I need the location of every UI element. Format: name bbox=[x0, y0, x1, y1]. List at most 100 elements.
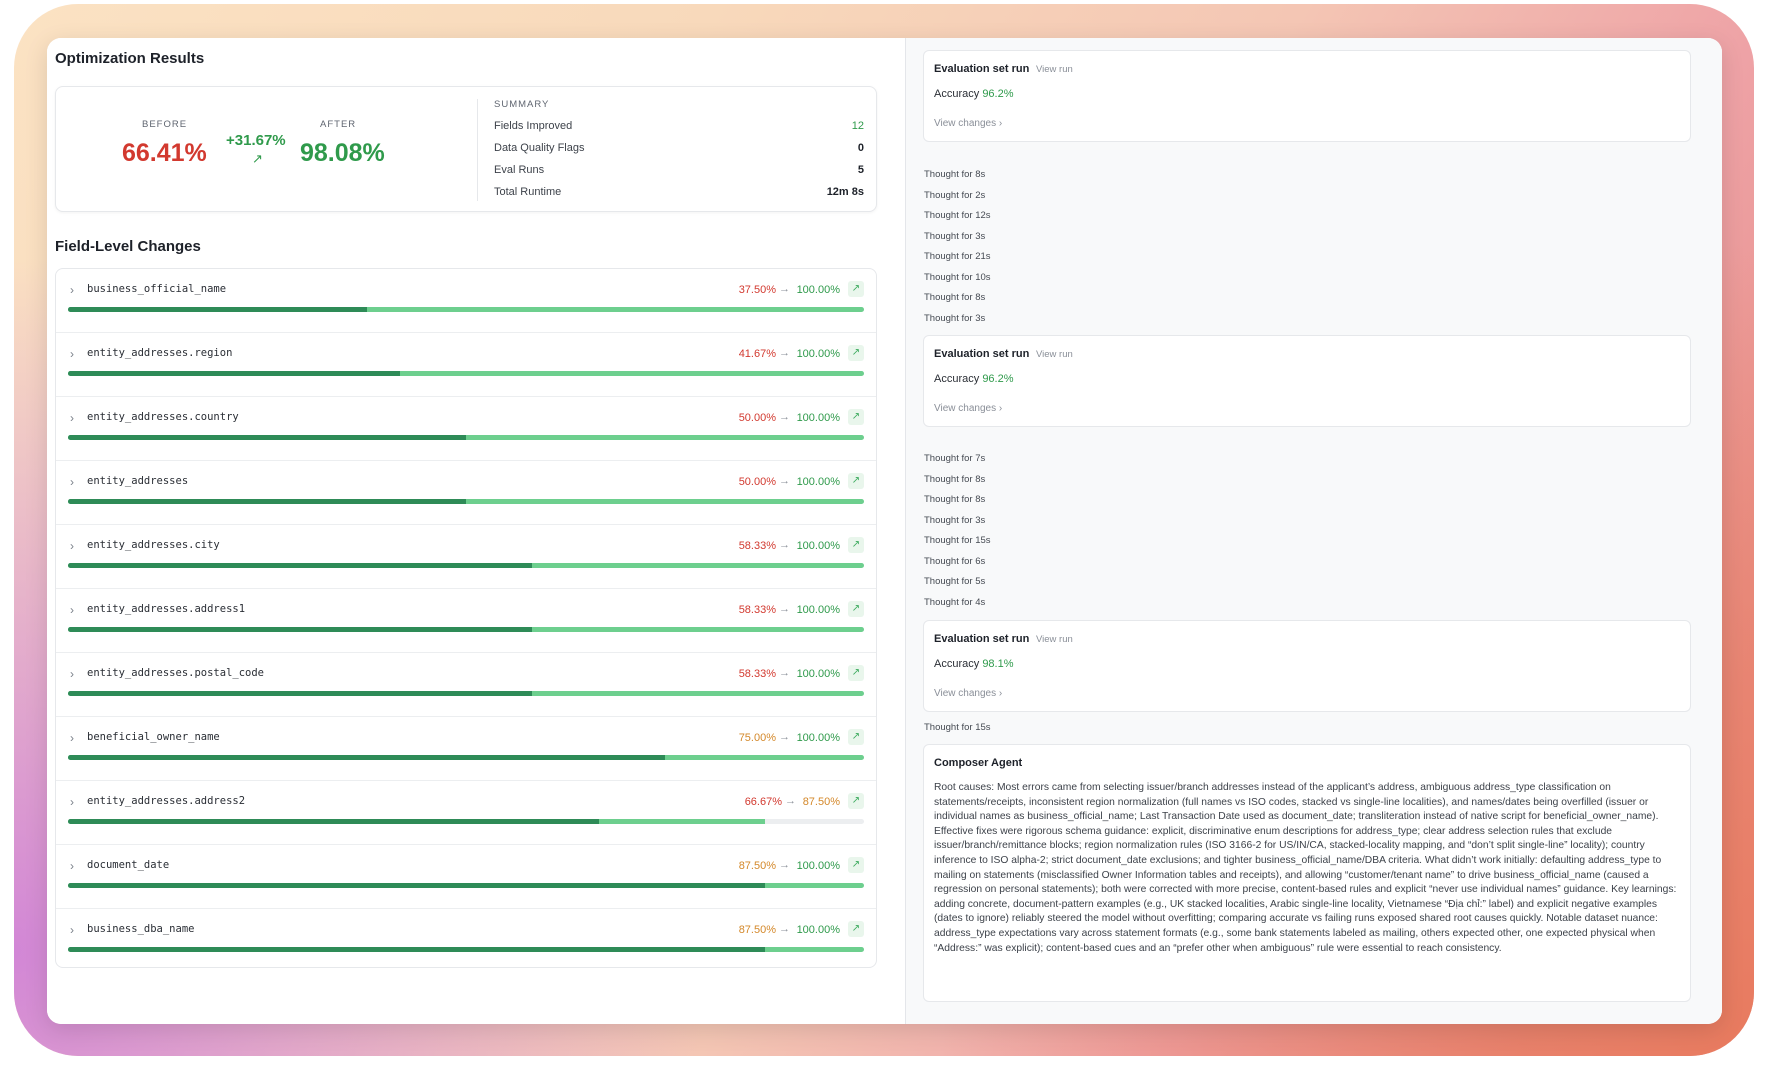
field-row[interactable]: › entity_addresses 100.00% → 50.00% ↗ bbox=[56, 461, 876, 525]
after-percent: 100.00% bbox=[796, 412, 840, 424]
chevron-right-icon[interactable]: › bbox=[70, 731, 74, 745]
arrow-right-icon: → bbox=[779, 859, 790, 871]
before-percent: 87.50% bbox=[738, 860, 776, 872]
field-row[interactable]: › business_official_name 100.00% → 37.50% ↗ bbox=[56, 269, 876, 333]
chevron-right-icon[interactable]: › bbox=[70, 795, 74, 809]
thought-item[interactable]: Thought for 8s bbox=[924, 474, 985, 485]
trend-up-icon: ↗ bbox=[848, 281, 864, 297]
progress-bar bbox=[68, 883, 864, 888]
view-changes-link[interactable]: View changes › bbox=[934, 403, 1002, 414]
field-name: business_dba_name bbox=[87, 923, 195, 935]
field-name: document_date bbox=[87, 859, 170, 871]
field-name: entity_addresses.address1 bbox=[87, 603, 246, 615]
arrow-right-icon: → bbox=[779, 347, 790, 359]
view-run-link[interactable]: View run bbox=[1036, 349, 1073, 360]
field-name: entity_addresses.postal_code bbox=[87, 667, 265, 679]
composer-title: Composer Agent bbox=[934, 757, 1023, 769]
progress-bar bbox=[68, 371, 864, 376]
chevron-right-icon[interactable]: › bbox=[70, 923, 74, 937]
chevron-right-icon[interactable]: › bbox=[70, 347, 74, 361]
field-row[interactable]: › entity_addresses.city 100.00% → 58.33% ↗ bbox=[56, 525, 876, 589]
before-label: BEFORE bbox=[142, 119, 188, 130]
thought-item[interactable]: Thought for 15s bbox=[924, 722, 991, 733]
arrow-right-icon: → bbox=[779, 411, 790, 423]
field-name: entity_addresses bbox=[87, 475, 189, 487]
thought-item[interactable]: Thought for 8s bbox=[924, 292, 985, 303]
field-row[interactable]: › document_date 100.00% → 87.50% ↗ bbox=[56, 845, 876, 909]
chevron-right-icon[interactable]: › bbox=[70, 283, 74, 297]
chevron-right-icon[interactable]: › bbox=[70, 539, 74, 553]
field-row[interactable]: › business_dba_name 100.00% → 87.50% ↗ bbox=[56, 909, 876, 973]
summary-label: Fields Improved bbox=[494, 120, 573, 132]
thought-item[interactable]: Thought for 5s bbox=[924, 576, 985, 587]
before-bar-fill bbox=[68, 691, 533, 696]
thought-item[interactable]: Thought for 7s bbox=[924, 453, 985, 464]
field-row[interactable]: › entity_addresses.region 100.00% → 41.67% ↗ bbox=[56, 333, 876, 397]
field-name: beneficial_owner_name bbox=[87, 731, 220, 743]
chevron-right-icon[interactable]: › bbox=[70, 859, 74, 873]
summary-row-fields-improved: Fields Improved 12 bbox=[494, 120, 864, 132]
activity-panel: Evaluation set run View run Accuracy 96.… bbox=[905, 38, 1722, 1024]
view-changes-link[interactable]: View changes › bbox=[934, 118, 1002, 129]
thought-item[interactable]: Thought for 2s bbox=[924, 190, 985, 201]
field-row[interactable]: › entity_addresses.country 100.00% → 50.00% ↗ bbox=[56, 397, 876, 461]
thought-item[interactable]: Thought for 12s bbox=[924, 210, 991, 221]
view-run-link[interactable]: View run bbox=[1036, 64, 1073, 75]
before-bar-fill bbox=[68, 947, 765, 952]
before-percent: 50.00% bbox=[738, 412, 776, 424]
summary-label: Eval Runs bbox=[494, 164, 545, 176]
before-percent: 66.67% bbox=[744, 796, 782, 808]
after-percent: 100.00% bbox=[796, 604, 840, 616]
summary-row-eval-runs: Eval Runs 5 bbox=[494, 164, 864, 176]
thought-item[interactable]: Thought for 3s bbox=[924, 515, 985, 526]
before-bar-fill bbox=[68, 371, 400, 376]
after-label: AFTER bbox=[320, 119, 357, 130]
accuracy-label: Accuracy bbox=[934, 88, 980, 100]
composer-body: Root causes: Most errors came from selec… bbox=[934, 782, 1677, 954]
chevron-right-icon[interactable]: › bbox=[70, 603, 74, 617]
chevron-right-icon[interactable]: › bbox=[70, 667, 74, 681]
before-percent: 37.50% bbox=[738, 284, 776, 296]
thought-item[interactable]: Thought for 15s bbox=[924, 535, 991, 546]
accuracy: Accuracy 98.1% bbox=[934, 658, 1014, 670]
view-run-link[interactable]: View run bbox=[1036, 634, 1073, 645]
view-changes-link[interactable]: View changes › bbox=[934, 688, 1002, 699]
thought-item[interactable]: Thought for 3s bbox=[924, 231, 985, 242]
after-percent: 100.00% bbox=[796, 284, 840, 296]
thought-item[interactable]: Thought for 21s bbox=[924, 251, 991, 262]
before-percent: 58.33% bbox=[738, 604, 776, 616]
thought-item[interactable]: Thought for 4s bbox=[924, 597, 985, 608]
summary-label: Data Quality Flags bbox=[494, 142, 585, 154]
field-changes-title: Field-Level Changes bbox=[55, 238, 201, 255]
chevron-right-icon[interactable]: › bbox=[70, 411, 74, 425]
accuracy-value: 98.1% bbox=[982, 658, 1014, 670]
thought-item[interactable]: Thought for 10s bbox=[924, 272, 991, 283]
before-value: 66.41% bbox=[122, 139, 207, 167]
field-row[interactable]: › entity_addresses.address1 100.00% → 58.33%… bbox=[56, 589, 876, 653]
thought-item[interactable]: Thought for 6s bbox=[924, 556, 985, 567]
chevron-right-icon[interactable]: › bbox=[70, 475, 74, 489]
field-row[interactable]: › beneficial_owner_name 100.00% → 75.00% ↗ bbox=[56, 717, 876, 781]
trend-up-icon: ↗ bbox=[848, 921, 864, 937]
accuracy-value: 96.2% bbox=[982, 373, 1014, 385]
before-percent: 41.67% bbox=[738, 348, 776, 360]
summary-title: SUMMARY bbox=[494, 99, 550, 110]
trend-up-icon: ↗ bbox=[848, 345, 864, 361]
field-name: entity_addresses.address2 bbox=[87, 795, 246, 807]
results-panel: Optimization Results BEFORE 66.41% +31.6… bbox=[47, 38, 905, 1024]
before-percent: 50.00% bbox=[738, 476, 776, 488]
field-row[interactable]: › entity_addresses.address2 87.50% → 66.67% ↗ bbox=[56, 781, 876, 845]
progress-bar bbox=[68, 435, 864, 440]
after-percent: 100.00% bbox=[796, 476, 840, 488]
thought-item[interactable]: Thought for 8s bbox=[924, 494, 985, 505]
arrow-right-icon: → bbox=[779, 283, 790, 295]
trend-up-icon: ↗ bbox=[848, 857, 864, 873]
thought-item[interactable]: Thought for 3s bbox=[924, 313, 985, 324]
field-row[interactable]: › entity_addresses.postal_code 100.00% → 58.… bbox=[56, 653, 876, 717]
before-bar-fill bbox=[68, 819, 599, 824]
trend-up-icon: ↗ bbox=[848, 665, 864, 681]
thought-item[interactable]: Thought for 8s bbox=[924, 169, 985, 180]
summary-row-total-runtime: Total Runtime 12m 8s bbox=[494, 186, 864, 198]
field-name: business_official_name bbox=[87, 283, 227, 295]
before-bar-fill bbox=[68, 883, 765, 888]
